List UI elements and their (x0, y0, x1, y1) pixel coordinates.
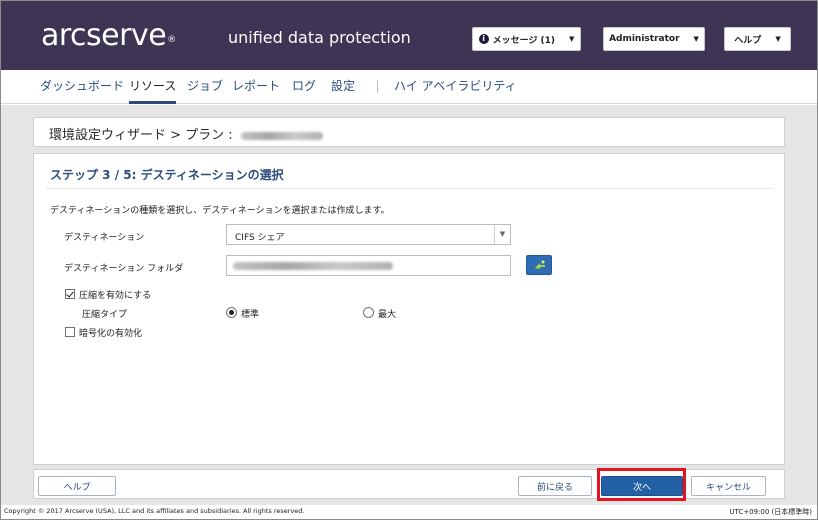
browse-folder-button[interactable] (526, 255, 552, 275)
compression-type-label: 圧縮タイプ (82, 310, 128, 320)
step-description: デスティネーションの種類を選択し、デスティネーションを選択または作成します。 (50, 206, 390, 216)
tab-high-availability[interactable]: ハイ アベイラビリティ (394, 78, 517, 94)
destination-select[interactable]: CIFS シェア ▼ (226, 224, 511, 245)
logo-registered-mark: ® (167, 35, 176, 45)
help-menu-label: ヘルプ (734, 35, 762, 46)
back-button[interactable]: 前に戻る (518, 476, 592, 496)
tab-settings[interactable]: 設定 (331, 78, 355, 94)
destination-label: デスティネーション (64, 233, 145, 243)
tab-jobs[interactable]: ジョブ (187, 78, 223, 94)
caret-down-icon: ▼ (693, 35, 699, 43)
compression-standard-label: 標準 (241, 310, 260, 320)
tab-reports[interactable]: レポート (232, 78, 280, 94)
step-title: ステップ 3 / 5: デスティネーションの選択 (50, 168, 284, 182)
compression-standard-radio[interactable] (226, 307, 237, 318)
destination-folder-label: デスティネーション フォルダ (64, 264, 184, 274)
user-label: Administrator (609, 34, 680, 44)
wizard-title-bar: 環境設定ウィザード > プラン : (33, 117, 785, 147)
logo-text: arcserve (41, 18, 167, 53)
destination-folder-input[interactable] (226, 255, 511, 276)
nav-separator (377, 80, 378, 93)
tab-resources[interactable]: リソース (129, 78, 177, 104)
folder-path-redacted (233, 262, 393, 270)
help-button[interactable]: ヘルプ (38, 476, 116, 496)
breadcrumb-text: 環境設定ウィザード > プラン : (49, 128, 233, 143)
next-button-highlight (597, 468, 686, 501)
arcserve-logo: arcserve® (41, 19, 176, 53)
caret-down-icon: ▼ (775, 35, 781, 43)
compression-max-label: 最大 (378, 310, 397, 320)
compress-label: 圧縮を有効にする (79, 291, 152, 301)
destination-selected-value: CIFS シェア (235, 233, 285, 243)
main-nav: ダッシュボード リソース ジョブ レポート ログ 設定 ハイ アベイラビリティ (1, 70, 817, 104)
timezone-text: UTC+09:00 (日本標準時) (729, 508, 812, 516)
app-header: arcserve® unified data protection i メッセー… (1, 1, 817, 70)
compress-checkbox[interactable] (65, 289, 75, 299)
plan-name-redacted (240, 131, 323, 140)
copyright-text: Copyright © 2017 Arcserve (USA), LLC and… (4, 507, 305, 515)
info-icon: i (478, 34, 489, 44)
messages-button[interactable]: i メッセージ (1) ▼ (472, 27, 581, 51)
folder-arrow-icon (535, 260, 545, 269)
tab-dashboard[interactable]: ダッシュボード (40, 78, 124, 94)
chevron-down-icon[interactable]: ▼ (494, 225, 510, 244)
encrypt-checkbox[interactable] (65, 327, 75, 337)
breadcrumb: 環境設定ウィザード > プラン : (49, 124, 323, 143)
messages-label: メッセージ (1) (492, 35, 556, 46)
wizard-panel: ステップ 3 / 5: デスティネーションの選択 デスティネーションの種類を選択… (33, 153, 785, 465)
cancel-button[interactable]: キャンセル (691, 476, 766, 496)
product-name: unified data protection (228, 28, 411, 47)
user-menu-button[interactable]: Administrator ▼ (603, 27, 705, 51)
tab-logs[interactable]: ログ (292, 78, 316, 94)
compression-max-radio[interactable] (363, 307, 374, 318)
divider (46, 188, 772, 189)
help-menu-button[interactable]: ヘルプ ▼ (724, 27, 791, 51)
caret-down-icon: ▼ (569, 35, 575, 43)
encrypt-label: 暗号化の有効化 (79, 329, 143, 339)
